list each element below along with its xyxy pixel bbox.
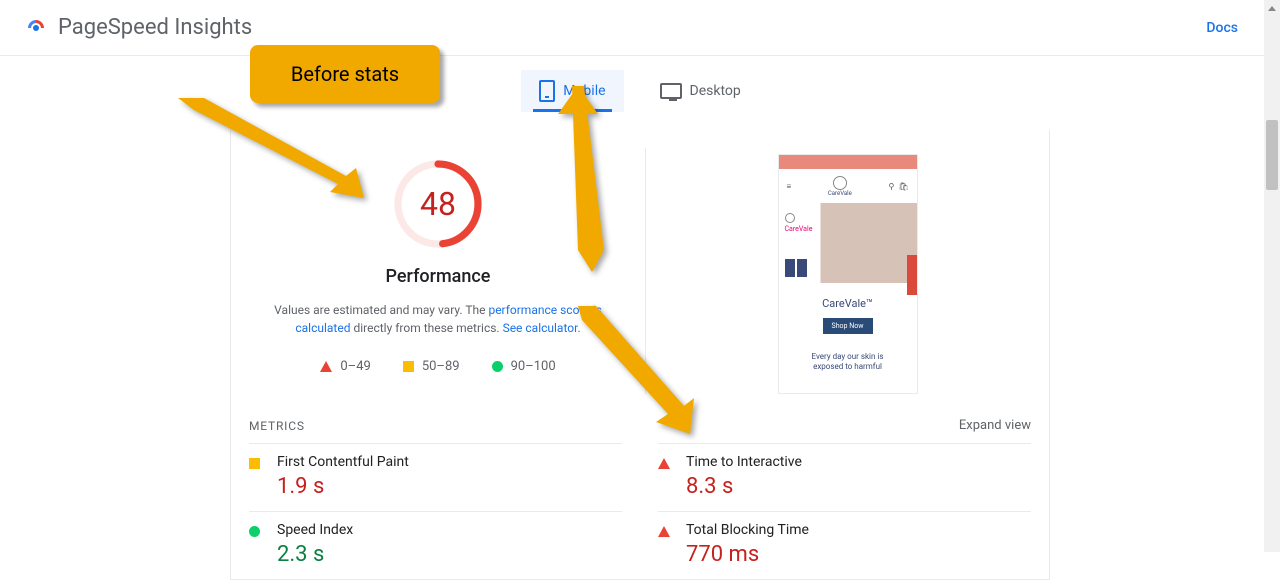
app-header: PageSpeed Insights Docs	[0, 0, 1280, 56]
performance-gauge: 48	[390, 156, 486, 252]
header-left: PageSpeed Insights	[24, 15, 252, 40]
performance-label: Performance	[386, 266, 491, 287]
triangle-red-icon	[320, 361, 332, 372]
metric-tti: Time to Interactive 8.3 s	[658, 443, 1031, 511]
metric-tti-name: Time to Interactive	[686, 454, 1031, 470]
legend-poor: 0–49	[320, 359, 370, 374]
triangle-red-icon	[658, 522, 686, 567]
preview-logo-icon	[833, 176, 847, 190]
metrics-title: METRICS	[249, 419, 305, 433]
legend-good-label: 90–100	[511, 359, 556, 374]
preview-feedback-tab	[907, 255, 917, 295]
preview-column: ≡ CareVale ⚲ 🛍 CareVale	[646, 148, 1049, 394]
preview-brand: CareVale	[785, 213, 813, 233]
preview-hero: CareVale	[779, 203, 917, 283]
square-orange-icon	[249, 454, 277, 499]
metric-si-name: Speed Index	[277, 522, 622, 538]
tab-desktop[interactable]: Desktop	[642, 70, 759, 112]
docs-link[interactable]: Docs	[1206, 20, 1238, 36]
scrollbar-up-button[interactable]	[1264, 0, 1280, 16]
perf-desc-prefix: Values are estimated and may vary. The	[274, 303, 488, 317]
metric-tbt-value: 770 ms	[686, 542, 1031, 567]
annotation-arrow-2-icon	[558, 86, 618, 276]
preview-topbar	[779, 155, 917, 169]
annotation-arrow-3-icon	[578, 306, 698, 440]
metric-fcp-name: First Contentful Paint	[277, 454, 622, 470]
site-preview: ≡ CareVale ⚲ 🛍 CareVale	[778, 154, 918, 394]
preview-tagline: Every day our skin is exposed to harmful	[779, 352, 917, 373]
scrollbar-track[interactable]	[1264, 0, 1280, 552]
metric-tbt-name: Total Blocking Time	[686, 522, 1031, 538]
metric-si-value: 2.3 s	[277, 542, 622, 567]
desktop-icon	[660, 83, 682, 99]
metrics-grid: First Contentful Paint 1.9 s Speed Index…	[231, 443, 1049, 579]
preview-brand-small: CareVale	[828, 190, 852, 197]
metrics-col-right: Time to Interactive 8.3 s Total Blocking…	[640, 443, 1049, 579]
score-legend: 0–49 50–89 90–100	[320, 359, 555, 374]
triangle-red-icon	[658, 454, 686, 499]
preview-name: CareVale™	[779, 297, 917, 310]
legend-mid-label: 50–89	[422, 359, 460, 374]
preview-right-icons: ⚲ 🛍	[889, 182, 909, 191]
preview-iconrow: ≡ CareVale ⚲ 🛍	[779, 169, 917, 203]
hamburger-icon: ≡	[787, 182, 792, 191]
tab-desktop-label: Desktop	[690, 83, 741, 99]
circle-green-icon	[249, 522, 277, 567]
square-orange-icon	[403, 361, 414, 372]
metric-tti-value: 8.3 s	[686, 474, 1031, 499]
metric-fcp: First Contentful Paint 1.9 s	[249, 443, 622, 511]
preview-products	[785, 259, 807, 277]
metric-tbt: Total Blocking Time 770 ms	[658, 511, 1031, 579]
pagespeed-logo-icon	[24, 16, 48, 40]
preview-brand-icon	[785, 213, 795, 223]
legend-good: 90–100	[492, 359, 556, 374]
performance-score: 48	[390, 156, 486, 252]
perf-desc-mid: directly from these metrics.	[350, 321, 502, 335]
annotation-callout: Before stats	[250, 45, 440, 103]
app-title: PageSpeed Insights	[58, 15, 252, 40]
see-calculator-link[interactable]: See calculator	[503, 321, 578, 335]
legend-poor-label: 0–49	[340, 359, 370, 374]
metric-si: Speed Index 2.3 s	[249, 511, 622, 579]
metric-fcp-value: 1.9 s	[277, 474, 622, 499]
mobile-icon	[539, 80, 555, 102]
expand-view-toggle[interactable]: Expand view	[959, 418, 1031, 433]
legend-mid: 50–89	[403, 359, 460, 374]
preview-cta: Shop Now	[823, 318, 873, 334]
metrics-col-left: First Contentful Paint 1.9 s Speed Index…	[231, 443, 640, 579]
scrollbar-thumb[interactable]	[1266, 120, 1278, 190]
annotation-arrow-1-icon	[178, 98, 368, 202]
circle-green-icon	[492, 361, 503, 372]
